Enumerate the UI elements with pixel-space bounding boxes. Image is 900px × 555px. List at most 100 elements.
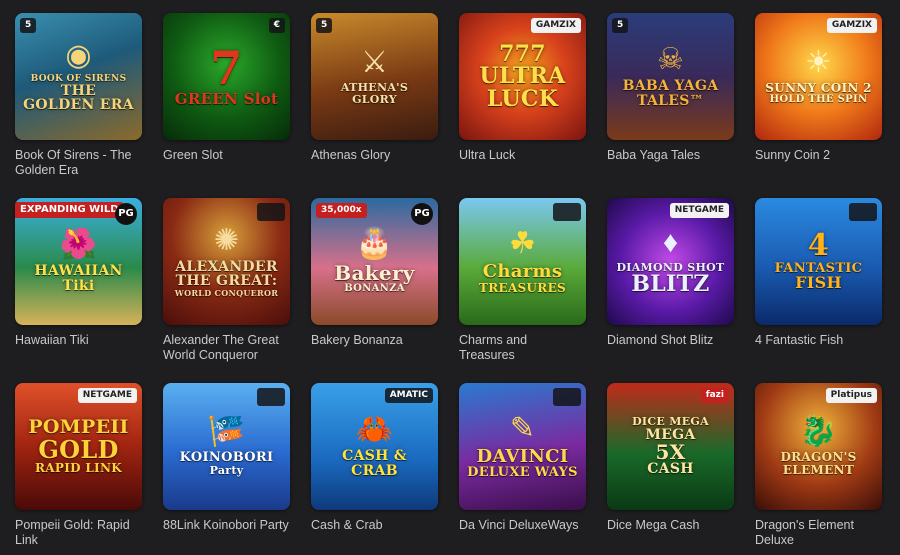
provider-badge bbox=[553, 388, 581, 406]
game-logo-text: LUCK bbox=[486, 85, 559, 112]
game-title[interactable]: Baba Yaga Tales bbox=[607, 148, 734, 163]
game-title[interactable]: Athenas Glory bbox=[311, 148, 438, 163]
game-tile[interactable]: DICE MEGA MEGA 5X CASH fazi Dice Mega Cash bbox=[607, 383, 734, 533]
game-logo-text: DELUXE WAYS bbox=[467, 465, 578, 481]
game-tile[interactable]: 7 GREEN Slot € Green Slot bbox=[163, 13, 290, 163]
provider-badge: PG bbox=[411, 203, 433, 225]
game-logo-text: DICE MEGA bbox=[632, 415, 709, 429]
game-logo-text: TREASURES bbox=[479, 280, 566, 295]
game-emblem-icon: ⚔ bbox=[361, 46, 388, 80]
game-emblem-icon: 🐉 bbox=[799, 415, 838, 449]
provider-badge: NETGAME bbox=[669, 203, 729, 218]
game-thumbnail[interactable]: 🦀 CASH & CRAB AMATIC bbox=[311, 383, 438, 510]
game-emblem-icon: ✎ bbox=[509, 411, 536, 445]
game-logo-text: Charms bbox=[482, 261, 563, 283]
game-title[interactable]: Sunny Coin 2 bbox=[755, 148, 882, 163]
game-tile[interactable]: 🌺 HAWAIIAN Tiki EXPANDING WILD PG Hawaiian Ti… bbox=[15, 198, 142, 348]
game-tile[interactable]: 🦀 CASH & CRAB AMATIC Cash & Crab bbox=[311, 383, 438, 533]
game-tile[interactable]: ☠ BABA YAGA TALES™ 5 Baba Yaga Tales bbox=[607, 13, 734, 163]
provider-badge: EXPANDING WILD bbox=[15, 202, 124, 218]
game-title[interactable]: Pompeii Gold: Rapid Link bbox=[15, 518, 142, 548]
game-thumbnail[interactable]: ☀ SUNNY COIN 2 HOLD THE SPIN GAMZIX bbox=[755, 13, 882, 140]
game-title[interactable]: Green Slot bbox=[163, 148, 290, 163]
game-logo-text: GREEN Slot bbox=[174, 90, 279, 109]
game-tile[interactable]: ✺ ALEXANDER THE GREAT: WORLD CONQUEROR Alexa… bbox=[163, 198, 290, 363]
game-logo-text: CASH & CRAB bbox=[342, 448, 407, 479]
game-thumbnail[interactable]: ◉ BOOK OF SIRENS THE GOLDEN ERA 5 bbox=[15, 13, 142, 140]
game-logo-text: SUNNY COIN 2 bbox=[765, 81, 872, 96]
game-title[interactable]: Bakery Bonanza bbox=[311, 333, 438, 348]
game-tile[interactable]: POMPEII GOLD RAPID LINK NETGAME Pompeii Gold… bbox=[15, 383, 142, 548]
game-emblem-icon: 🦀 bbox=[355, 413, 394, 447]
game-title[interactable]: Alexander The Great World Conqueror bbox=[163, 333, 290, 363]
provider-badge bbox=[553, 203, 581, 221]
game-title[interactable]: Da Vinci DeluxeWays bbox=[459, 518, 586, 533]
game-tile[interactable]: 4 FANTASTIC FISH 4 Fantastic Fish bbox=[755, 198, 882, 348]
game-thumbnail[interactable]: ⚔ ATHENA'S GLORY 5 bbox=[311, 13, 438, 140]
provider-badge: PG bbox=[115, 203, 137, 225]
game-tile[interactable]: 🐉 DRAGON'S ELEMENT Platipus Dragon's Element… bbox=[755, 383, 882, 548]
game-thumbnail[interactable]: ✎ DAVINCI DELUXE WAYS bbox=[459, 383, 586, 510]
game-logo-text: KOINOBORI bbox=[179, 450, 274, 466]
game-thumbnail[interactable]: 🌺 HAWAIIAN Tiki EXPANDING WILD PG bbox=[15, 198, 142, 325]
game-logo-text: 5X bbox=[655, 439, 686, 464]
game-thumbnail[interactable]: ☘ Charms TREASURES bbox=[459, 198, 586, 325]
game-thumbnail[interactable]: POMPEII GOLD RAPID LINK NETGAME bbox=[15, 383, 142, 510]
game-logo-text: 777 bbox=[499, 40, 546, 67]
provider-badge: GAMZIX bbox=[826, 18, 877, 33]
provider-badge: 5 bbox=[316, 18, 333, 33]
game-emblem-icon: 🎂 bbox=[355, 227, 394, 261]
game-thumbnail[interactable]: 4 FANTASTIC FISH bbox=[755, 198, 882, 325]
game-logo-text: WORLD CONQUEROR bbox=[174, 287, 279, 298]
game-title[interactable]: Dice Mega Cash bbox=[607, 518, 734, 533]
game-tile[interactable]: ◉ BOOK OF SIRENS THE GOLDEN ERA 5 Book Of Sir… bbox=[15, 13, 142, 178]
game-logo-text: THE bbox=[60, 82, 97, 99]
provider-badge: 5 bbox=[20, 18, 37, 33]
game-thumbnail[interactable]: 🎏 KOINOBORI Party bbox=[163, 383, 290, 510]
game-thumbnail[interactable]: 🎂 Bakery BONANZA 35,000x PG bbox=[311, 198, 438, 325]
game-thumbnail[interactable]: DICE MEGA MEGA 5X CASH fazi bbox=[607, 383, 734, 510]
game-tile[interactable]: ☀ SUNNY COIN 2 HOLD THE SPIN GAMZIX Sunny Co… bbox=[755, 13, 882, 163]
game-title[interactable]: Charms and Treasures bbox=[459, 333, 586, 363]
game-logo-text: GOLD bbox=[38, 434, 119, 464]
game-tile[interactable]: ♦ DIAMOND SHOT BLITZ NETGAME Diamond Shot Bl… bbox=[607, 198, 734, 348]
game-tile[interactable]: ⚔ ATHENA'S GLORY 5 Athenas Glory bbox=[311, 13, 438, 163]
game-tile[interactable]: 🎏 KOINOBORI Party 88Link Koinobori Party bbox=[163, 383, 290, 533]
game-title[interactable]: Diamond Shot Blitz bbox=[607, 333, 734, 348]
game-title[interactable]: 88Link Koinobori Party bbox=[163, 518, 290, 533]
game-title[interactable]: Hawaiian Tiki bbox=[15, 333, 142, 348]
provider-badge: NETGAME bbox=[77, 388, 137, 403]
provider-badge: Platipus bbox=[825, 388, 877, 403]
game-title[interactable]: Cash & Crab bbox=[311, 518, 438, 533]
game-logo-text: HAWAIIAN bbox=[34, 263, 123, 280]
game-emblem-icon: ☀ bbox=[805, 46, 832, 80]
game-grid: ◉ BOOK OF SIRENS THE GOLDEN ERA 5 Book Of Sir… bbox=[0, 0, 900, 555]
provider-badge: GAMZIX bbox=[530, 18, 581, 33]
game-tile[interactable]: 🎂 Bakery BONANZA 35,000x PG Bakery Bonanza bbox=[311, 198, 438, 348]
game-logo-text: Tiki bbox=[62, 277, 95, 294]
game-emblem-icon: 🌺 bbox=[59, 228, 98, 262]
game-tile[interactable]: ☘ Charms TREASURES Charms and Treasures bbox=[459, 198, 586, 363]
game-emblem-icon: ◉ bbox=[65, 38, 92, 72]
game-title[interactable]: 4 Fantastic Fish bbox=[755, 333, 882, 348]
game-title[interactable]: Ultra Luck bbox=[459, 148, 586, 163]
game-thumbnail[interactable]: ✺ ALEXANDER THE GREAT: WORLD CONQUEROR bbox=[163, 198, 290, 325]
game-emblem-icon: ☘ bbox=[509, 227, 536, 261]
game-tile[interactable]: ✎ DAVINCI DELUXE WAYS Da Vinci DeluxeWays bbox=[459, 383, 586, 533]
game-thumbnail[interactable]: ♦ DIAMOND SHOT BLITZ NETGAME bbox=[607, 198, 734, 325]
game-tile[interactable]: 777 ULTRA LUCK GAMZIX Ultra Luck bbox=[459, 13, 586, 163]
game-logo-text: THE GREAT: bbox=[175, 273, 278, 290]
provider-badge: fazi bbox=[700, 388, 729, 403]
game-logo-text: 7 bbox=[210, 41, 243, 96]
game-logo-text: CASH bbox=[647, 461, 694, 478]
provider-badge bbox=[257, 388, 285, 406]
game-logo-text: HOLD THE SPIN bbox=[769, 93, 868, 105]
game-emblem-icon: 🎏 bbox=[207, 415, 246, 449]
game-thumbnail[interactable]: 🐉 DRAGON'S ELEMENT Platipus bbox=[755, 383, 882, 510]
game-thumbnail[interactable]: 777 ULTRA LUCK GAMZIX bbox=[459, 13, 586, 140]
game-title[interactable]: Book Of Sirens - The Golden Era bbox=[15, 148, 142, 178]
game-logo-text: TALES™ bbox=[637, 92, 704, 109]
game-title[interactable]: Dragon's Element Deluxe bbox=[755, 518, 882, 548]
game-thumbnail[interactable]: 7 GREEN Slot € bbox=[163, 13, 290, 140]
game-thumbnail[interactable]: ☠ BABA YAGA TALES™ 5 bbox=[607, 13, 734, 140]
